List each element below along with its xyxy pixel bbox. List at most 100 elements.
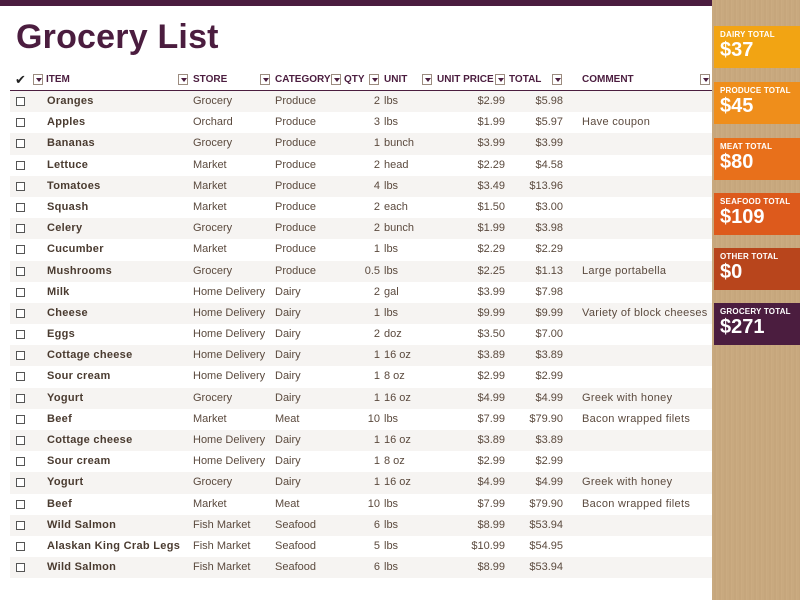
total-cell: $4.99 [535,391,563,404]
unit-cell: lbs [384,264,399,277]
checkbox[interactable] [16,181,25,191]
checkbox[interactable] [16,563,25,573]
filter-dropdown-total[interactable] [552,74,562,85]
item-cell: Sour cream [47,370,111,383]
unit-price-cell: $1.50 [477,200,505,213]
checkbox[interactable] [16,372,25,382]
filter-dropdown-qty[interactable] [369,74,379,85]
filter-dropdown-unit-price[interactable] [495,74,505,85]
qty-cell: 2 [373,285,380,298]
unit-price-cell: $9.99 [477,306,505,319]
unit-price-cell: $3.89 [477,434,505,446]
item-cell: Oranges [47,95,94,107]
unit-price-cell: $10.99 [471,539,505,552]
table-row: Beef Market Meat 10 lbs $7.99 $79.90 Bacon wrap… [10,494,712,515]
item-cell: Cheese [47,306,88,319]
checkbox[interactable] [16,308,25,318]
category-cell: Produce [275,200,316,213]
qty-cell: 4 [373,179,380,192]
checkbox[interactable] [16,499,25,509]
table-row: Sour cream Home Delivery Dairy 1 8 oz $2.99 $2… [10,451,712,472]
unit-cell: lbs [384,243,399,256]
checkbox[interactable] [16,414,25,424]
checkbox[interactable] [16,393,25,403]
total-cell: $79.90 [529,412,563,425]
store-cell: Market [193,179,227,192]
unit-price-cell: $8.99 [477,518,505,531]
table-header: ✔ ITEM STORE CATEGORY QTY UNIT UNIT PRIC… [10,72,712,92]
item-cell: Cottage cheese [47,349,133,362]
summary-value: $271 [720,316,765,338]
filter-dropdown-item[interactable] [178,74,188,85]
unit-cell: lbs [384,306,399,319]
checkbox[interactable] [16,457,25,467]
total-cell: $53.94 [529,518,563,531]
grocery-total-card: GROCERY TOTAL $271 [714,303,800,345]
category-cell: Produce [275,243,316,256]
unit-price-cell: $7.99 [477,412,505,425]
total-cell: $3.99 [535,137,563,150]
filter-dropdown-unit[interactable] [422,74,432,85]
unit-price-cell: $2.25 [477,264,505,277]
item-cell: Yogurt [47,476,84,489]
qty-cell: 2 [373,200,380,213]
filter-dropdown-category[interactable] [331,74,341,85]
summary-value: $0 [720,261,743,283]
summary-label: DAIRY TOTAL [720,30,775,39]
checkbox[interactable] [16,160,25,170]
unit-price-cell: $3.89 [477,349,505,362]
qty-cell: 1 [373,476,380,489]
item-cell: Bananas [47,137,95,150]
qty-cell: 1 [373,306,380,319]
checkbox[interactable] [16,224,25,234]
filter-dropdown-check[interactable] [33,74,43,85]
qty-cell: 1 [373,391,380,404]
table-row: Oranges Grocery Produce 2 lbs $2.99 $5.98 [10,91,712,113]
checkbox[interactable] [16,97,25,106]
summary-label: GROCERY TOTAL [720,307,791,316]
total-cell: $5.98 [535,95,563,107]
category-cell: Seafood [275,539,316,552]
category-cell: Dairy [275,370,301,383]
table-row: Apples Orchard Produce 3 lbs $1.99 $5.97 Have c… [10,112,712,133]
checkbox[interactable] [16,202,25,212]
qty-cell: 1 [373,243,380,256]
unit-price-cell: $2.99 [477,370,505,383]
checkbox[interactable] [16,541,25,551]
total-cell: $2.99 [535,370,563,383]
table-row: Wild Salmon Fish Market Seafood 6 lbs $8.99 $5… [10,514,712,536]
header-comment: COMMENT [582,74,634,85]
checkbox[interactable] [16,330,25,340]
checkbox[interactable] [16,287,25,297]
unit-cell: lbs [384,116,399,129]
filter-dropdown-store[interactable] [260,74,270,85]
qty-cell: 2 [373,222,380,235]
store-cell: Home Delivery [193,434,266,446]
total-cell: $1.13 [535,264,563,277]
header-store: STORE [193,74,228,85]
unit-price-cell: $2.29 [477,158,505,171]
category-cell: Produce [275,179,316,192]
checkbox[interactable] [16,266,25,276]
total-cell: $9.99 [535,306,563,319]
filter-dropdown-comment[interactable] [700,74,710,85]
total-cell: $3.98 [535,222,563,235]
checkbox[interactable] [16,351,25,361]
store-cell: Market [193,497,227,510]
other-total-card: OTHER TOTAL $0 [714,248,800,290]
unit-price-cell: $3.50 [477,328,505,341]
checkbox[interactable] [16,245,25,255]
checkbox[interactable] [16,520,25,530]
store-cell: Fish Market [193,539,251,552]
category-cell: Dairy [275,434,301,446]
checkbox[interactable] [16,139,25,149]
unit-cell: each [384,200,408,213]
checkbox[interactable] [16,478,25,488]
checkbox[interactable] [16,436,25,445]
total-cell: $7.98 [535,285,563,298]
qty-cell: 6 [373,561,380,574]
checkbox[interactable] [16,118,25,128]
table-row: Eggs Home Delivery Dairy 2 doz $3.50 $7.00 [10,324,712,345]
store-cell: Fish Market [193,561,251,574]
unit-cell: lbs [384,539,399,552]
